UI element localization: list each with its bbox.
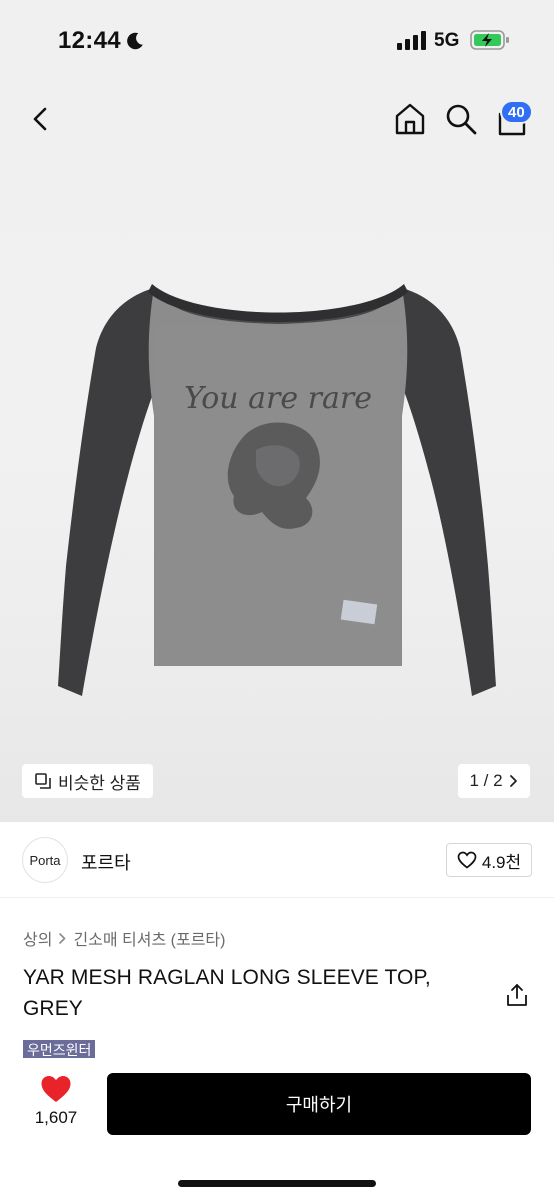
heart-filled-icon bbox=[41, 1076, 71, 1102]
home-indicator bbox=[178, 1180, 376, 1187]
image-pager[interactable]: 1 / 2 bbox=[458, 764, 530, 798]
status-time: 12:44 bbox=[58, 27, 121, 54]
brand-like-count: 4.9천 bbox=[481, 852, 522, 872]
pager-text: 1 / 2 bbox=[469, 771, 503, 790]
back-icon[interactable] bbox=[24, 100, 58, 138]
brand-row: Porta 포르타 4.9천 bbox=[0, 822, 554, 898]
wishlist-count: 1,607 bbox=[34, 1108, 78, 1127]
share-icon[interactable] bbox=[505, 982, 529, 1008]
search-icon[interactable] bbox=[444, 102, 478, 136]
chevron-right-icon bbox=[59, 932, 66, 944]
heart-outline-icon bbox=[457, 851, 477, 869]
brand-like-button[interactable]: 4.9천 bbox=[446, 843, 532, 877]
network-type: 5G bbox=[434, 30, 460, 51]
brand-name[interactable]: 포르타 bbox=[81, 849, 131, 875]
similar-products-button[interactable]: 비슷한 상품 bbox=[22, 764, 153, 798]
buy-button[interactable]: 구매하기 bbox=[107, 1073, 531, 1135]
print-text: You are rare bbox=[184, 381, 372, 416]
battery-charging-icon bbox=[470, 30, 509, 50]
breadcrumb: 상의 긴소매 티셔츠 (포르타) bbox=[23, 926, 225, 950]
tag-badge: 우먼즈윈터 bbox=[23, 1040, 96, 1060]
moon-icon bbox=[127, 32, 143, 50]
bottom-action-bar: 1,607 구매하기 bbox=[0, 1058, 554, 1200]
status-bar: 12:44 5G bbox=[0, 0, 554, 84]
product-image: You are rare bbox=[58, 284, 496, 696]
home-icon[interactable] bbox=[392, 100, 428, 138]
breadcrumb-item-category[interactable]: 상의 bbox=[23, 926, 52, 950]
signal-icon bbox=[397, 31, 426, 50]
product-gallery[interactable]: 12:44 5G 40 You are rare 비슷한 상품 1 / 2 bbox=[0, 0, 554, 822]
cart-count-badge: 40 bbox=[500, 100, 533, 124]
chevron-right-icon bbox=[509, 775, 517, 787]
wishlist-button[interactable]: 1,607 bbox=[30, 1074, 82, 1134]
similar-products-label: 비슷한 상품 bbox=[58, 773, 141, 793]
breadcrumb-item-subcategory[interactable]: 긴소매 티셔츠 (포르타) bbox=[73, 926, 225, 950]
product-title: YAR MESH RAGLAN LONG SLEEVE TOP, GREY bbox=[23, 966, 431, 1020]
brand-logo[interactable]: Porta bbox=[22, 837, 68, 883]
similar-products-icon bbox=[35, 773, 51, 789]
